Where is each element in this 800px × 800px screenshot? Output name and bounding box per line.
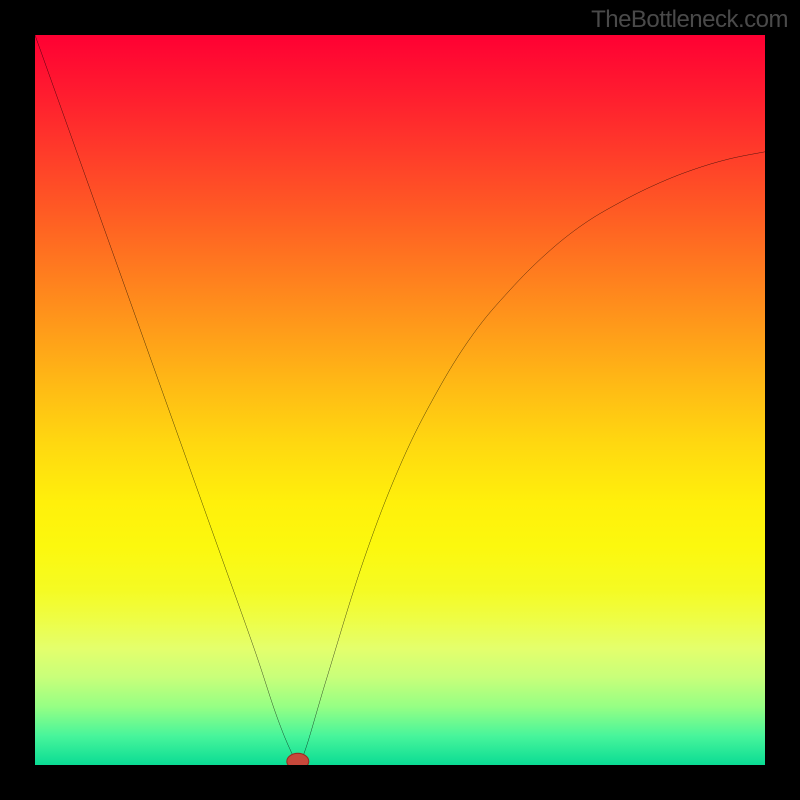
chart-stage: TheBottleneck.com: [0, 0, 800, 800]
curve-layer: [35, 35, 765, 765]
plot-area: [35, 35, 765, 765]
bottleneck-curve: [35, 35, 765, 762]
watermark-text: TheBottleneck.com: [591, 6, 788, 34]
minimum-marker-icon: [287, 753, 309, 765]
